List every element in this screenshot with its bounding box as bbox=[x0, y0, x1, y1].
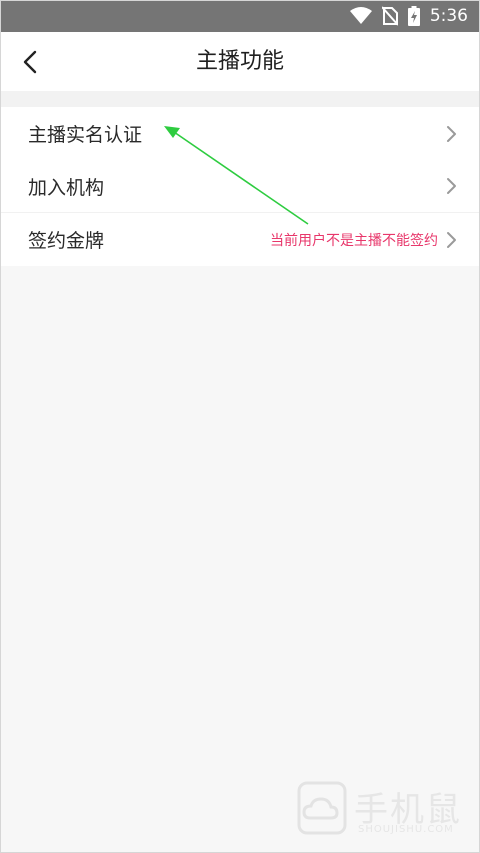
battery-charging-icon bbox=[407, 6, 420, 26]
chevron-left-icon bbox=[23, 50, 37, 74]
page-title: 主播功能 bbox=[195, 49, 284, 74]
section-gap bbox=[0, 91, 480, 107]
status-time: 5:36 bbox=[429, 6, 468, 26]
list-item-sign-gold[interactable]: 签约金牌 当前用户不是主播不能签约 bbox=[0, 213, 480, 266]
list-item-real-name-verification[interactable]: 主播实名认证 bbox=[0, 107, 480, 160]
chevron-right-icon bbox=[446, 177, 458, 195]
function-list: 主播实名认证 加入机构 签约金牌 当前用户不是主播不能签约 bbox=[0, 107, 480, 266]
back-button[interactable] bbox=[14, 46, 46, 78]
chevron-right-icon bbox=[446, 125, 458, 143]
list-item-label: 签约金牌 bbox=[28, 230, 105, 252]
list-item-label: 主播实名认证 bbox=[28, 124, 143, 146]
status-bar: 5:36 bbox=[0, 0, 480, 32]
wifi-icon bbox=[349, 7, 372, 25]
no-sim-icon bbox=[381, 6, 398, 26]
list-item-label: 加入机构 bbox=[28, 176, 105, 199]
list-item-join-agency[interactable]: 加入机构 bbox=[0, 160, 480, 213]
watermark-sub: SHOUJISHU.COM bbox=[358, 824, 454, 835]
chevron-right-icon bbox=[446, 231, 458, 249]
sign-restriction-note: 当前用户不是主播不能签约 bbox=[270, 232, 438, 249]
watermark-logo-icon bbox=[297, 781, 347, 835]
app-header: 主播功能 bbox=[0, 32, 480, 91]
watermark: 手机鼠 SHOUJISHU.COM bbox=[296, 780, 466, 838]
